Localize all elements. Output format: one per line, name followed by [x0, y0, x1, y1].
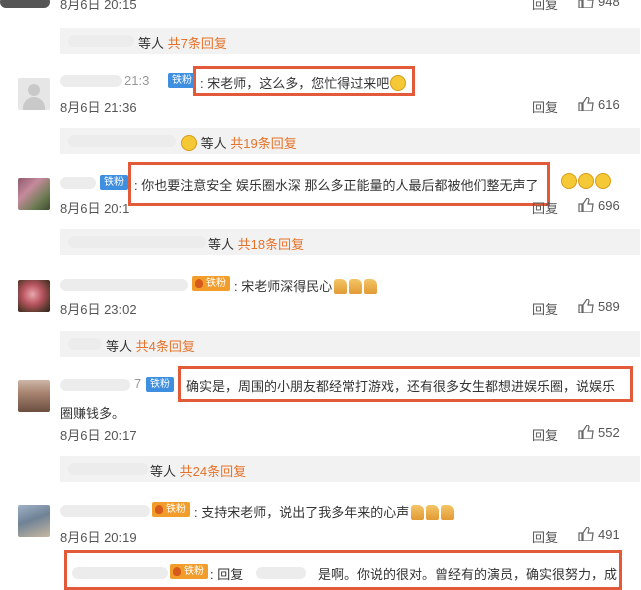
- subreply-user: [68, 135, 176, 147]
- username[interactable]: [60, 279, 188, 291]
- reply-button[interactable]: 回复: [532, 97, 558, 116]
- clap-emoji-icon: [411, 505, 425, 520]
- highlight-box: [193, 66, 415, 96]
- timestamp: 8月6日 20:17: [60, 428, 137, 443]
- username[interactable]: [60, 379, 130, 391]
- username-suffix: 7: [134, 376, 142, 391]
- like-button[interactable]: 491: [578, 527, 620, 542]
- subreply-summary[interactable]: 等人 共19条回复: [180, 133, 297, 152]
- laughing-emoji-icon: [595, 173, 611, 189]
- clap-emoji-icon: [349, 279, 363, 294]
- reply-button[interactable]: 回复: [532, 425, 558, 444]
- thumbs-up-icon: [578, 527, 594, 541]
- comment-text: : 支持宋老师，说出了我多年来的心声: [194, 502, 455, 521]
- highlight-box: [64, 550, 622, 590]
- fan-badge[interactable]: 铁粉: [192, 276, 230, 291]
- username[interactable]: [60, 177, 96, 189]
- emoji-group: [560, 173, 611, 189]
- thumbs-up-icon: [578, 299, 594, 313]
- subreply-user: [68, 338, 102, 350]
- thumbs-up-icon: [578, 198, 594, 212]
- timestamp: 8月6日 20:19: [60, 530, 137, 545]
- highlight-box: [128, 162, 550, 206]
- timestamp: 8月6日 23:02: [60, 302, 137, 317]
- clap-emoji-icon: [334, 279, 348, 294]
- avatar[interactable]: [18, 505, 50, 537]
- fan-badge[interactable]: 铁粉: [168, 73, 196, 88]
- timestamp: 8月6日 20:1: [60, 201, 130, 216]
- laughing-emoji-icon: [561, 173, 577, 189]
- timestamp: 8月6日 21:36: [60, 100, 137, 115]
- clap-emoji-icon: [441, 505, 455, 520]
- avatar[interactable]: [18, 178, 50, 210]
- fan-badge[interactable]: 铁粉: [152, 502, 190, 517]
- reply-button[interactable]: 回复: [532, 0, 558, 13]
- subreply-summary[interactable]: 等人 共7条回复: [138, 33, 227, 52]
- reply-button[interactable]: 回复: [532, 198, 558, 217]
- username[interactable]: [60, 505, 150, 517]
- like-button[interactable]: 948: [578, 0, 620, 9]
- clap-emoji-icon: [364, 279, 378, 294]
- subreply-summary[interactable]: 等人 共18条回复: [208, 234, 304, 253]
- like-button[interactable]: 552: [578, 425, 620, 440]
- like-button[interactable]: 616: [578, 97, 620, 112]
- subreply-user: [68, 463, 148, 475]
- thumbs-up-icon: [578, 425, 594, 439]
- like-button[interactable]: 589: [578, 299, 620, 314]
- username[interactable]: [60, 75, 122, 87]
- emoji-icon: [181, 135, 197, 151]
- fan-badge[interactable]: 铁粉: [100, 175, 128, 190]
- reply-button[interactable]: 回复: [532, 527, 558, 546]
- avatar[interactable]: [18, 78, 50, 110]
- timestamp: 8月6日 20:15: [60, 0, 137, 12]
- laughing-emoji-icon: [578, 173, 594, 189]
- thumbs-up-icon: [578, 0, 594, 8]
- avatar[interactable]: [18, 280, 50, 312]
- like-button[interactable]: 696: [578, 198, 620, 213]
- comment-text: : 宋老师深得民心: [234, 276, 378, 295]
- highlight-box: [178, 366, 633, 402]
- default-avatar-icon: [28, 84, 40, 96]
- subreply-user: [68, 236, 206, 248]
- avatar[interactable]: [0, 0, 50, 8]
- clap-emoji-icon: [426, 505, 440, 520]
- subreply-user: [68, 35, 134, 47]
- username-suffix: 21:3: [124, 73, 150, 88]
- subreply-summary[interactable]: 等人 共24条回复: [150, 461, 246, 480]
- fan-badge[interactable]: 铁粉: [146, 377, 174, 392]
- comment-text-cont: 圈赚钱多。: [60, 406, 126, 421]
- thumbs-up-icon: [578, 97, 594, 111]
- subreply-summary[interactable]: 等人 共4条回复: [106, 336, 195, 355]
- reply-button[interactable]: 回复: [532, 299, 558, 318]
- avatar[interactable]: [18, 380, 50, 412]
